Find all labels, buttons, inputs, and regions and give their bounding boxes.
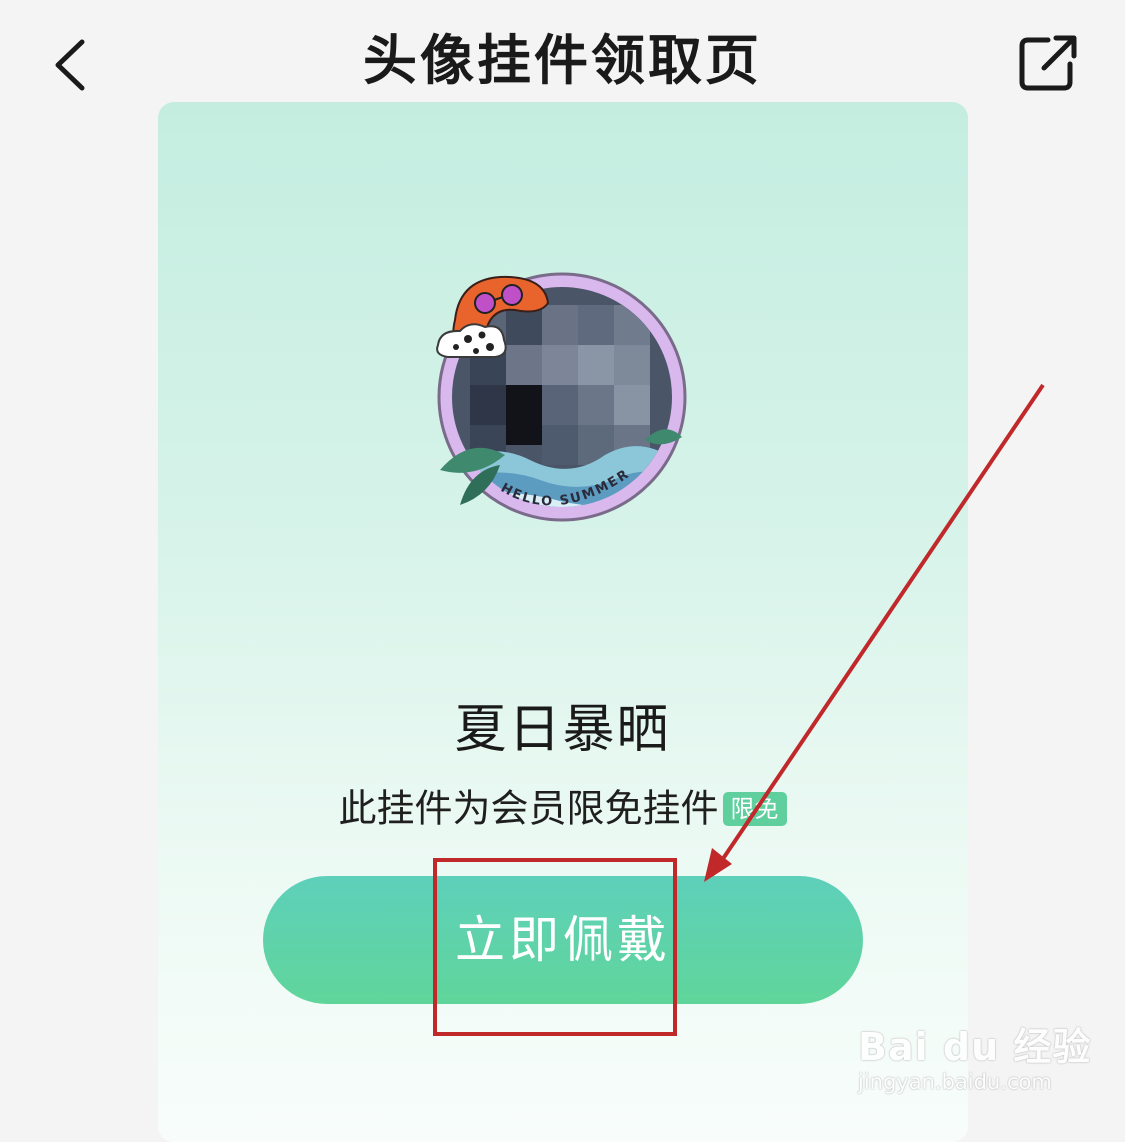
pendant-description-row: 此挂件为会员限免挂件 限免 xyxy=(0,782,1125,835)
page-title: 头像挂件领取页 xyxy=(363,29,762,92)
free-badge: 限免 xyxy=(722,791,787,826)
avatar-pendant-preview: HELLO SUMMER xyxy=(430,265,695,530)
pendant-description: 此挂件为会员限免挂件 xyxy=(338,786,719,831)
watermark-url: jingyan.baidu.com xyxy=(858,1070,1052,1094)
share-button[interactable] xyxy=(1012,30,1084,100)
top-bar: 头像挂件领取页 xyxy=(0,0,1125,100)
share-external-icon xyxy=(1019,35,1077,91)
annotation-highlight-box xyxy=(433,858,677,1036)
pendant-name: 夏日暴晒 xyxy=(454,700,671,760)
watermark-brand: Bai du 经验 xyxy=(858,1025,1092,1069)
avatar-image: HELLO SUMMER xyxy=(436,272,687,522)
baidu-watermark: Bai du 经验 jingyan.baidu.com xyxy=(858,1000,1092,1110)
